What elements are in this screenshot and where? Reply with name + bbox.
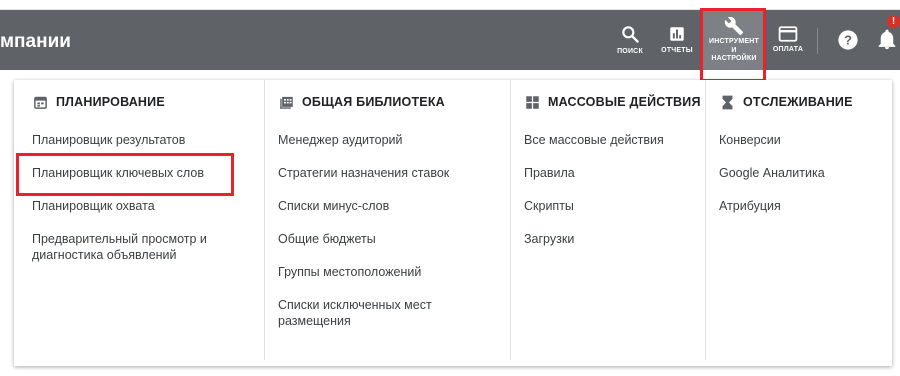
help-button[interactable]: ?	[834, 10, 862, 70]
billing-button[interactable]: ОПЛАТА	[768, 10, 808, 70]
shared-library-heading-text: ОБЩАЯ БИБЛИОТЕКА	[302, 95, 445, 109]
menu-item-reach-planner[interactable]: Планировщик охвата	[32, 198, 242, 214]
column-bulk-actions: МАССОВЫЕ ДЕЙСТВИЯ Все массовые действия …	[524, 80, 714, 366]
bell-icon	[877, 29, 897, 51]
column-divider	[264, 80, 265, 360]
tools-highlight-frame	[700, 8, 766, 82]
reports-button[interactable]: ОТЧЕТЫ	[656, 10, 698, 70]
keyword-planner-highlight-frame	[16, 153, 234, 196]
planning-heading-text: ПЛАНИРОВАНИЕ	[56, 95, 165, 109]
reports-label: ОТЧЕТЫ	[661, 47, 693, 54]
measurement-heading: ОТСЛЕЖИВАНИЕ	[719, 94, 853, 110]
bar-chart-icon	[668, 25, 686, 43]
menu-item-bid-strategies[interactable]: Стратегии назначения ставок	[278, 165, 498, 181]
credit-card-icon	[778, 26, 798, 42]
column-planning: ПЛАНИРОВАНИЕ Планировщик результатов Пла…	[32, 80, 262, 366]
measurement-items: Конверсии Google Аналитика Атрибуция	[719, 132, 879, 231]
menu-item-google-analytics[interactable]: Google Аналитика	[719, 165, 879, 181]
menu-item-attribution[interactable]: Атрибуция	[719, 198, 879, 214]
search-icon	[620, 24, 640, 44]
menu-item-audience-manager[interactable]: Менеджер аудиторий	[278, 132, 498, 148]
bulk-actions-heading-text: МАССОВЫЕ ДЕЙСТВИЯ	[548, 95, 701, 109]
menu-item-placement-exclusion-lists[interactable]: Списки исключенных мест размещения	[278, 297, 458, 329]
menu-item-rules[interactable]: Правила	[524, 165, 704, 181]
column-shared-library: ОБЩАЯ БИБЛИОТЕКА Менеджер аудиторий Стра…	[278, 80, 508, 366]
bulk-actions-heading: МАССОВЫЕ ДЕЙСТВИЯ	[524, 94, 701, 110]
column-measurement: ОТСЛЕЖИВАНИЕ Конверсии Google Аналитика …	[719, 80, 889, 366]
billing-label: ОПЛАТА	[772, 46, 804, 53]
menu-item-all-bulk-actions[interactable]: Все массовые действия	[524, 132, 704, 148]
menu-item-performance-planner[interactable]: Планировщик результатов	[32, 132, 242, 148]
menu-item-scripts[interactable]: Скрипты	[524, 198, 704, 214]
help-circle-icon: ?	[837, 29, 859, 51]
shared-library-heading: ОБЩАЯ БИБЛИОТЕКА	[278, 94, 445, 110]
notification-badge: !	[886, 14, 900, 29]
search-label: ПОИСК	[617, 48, 643, 55]
menu-item-ad-preview-diagnosis[interactable]: Предварительный просмотр и диагностика о…	[32, 231, 232, 263]
tools-dropdown-menu: ПЛАНИРОВАНИЕ Планировщик результатов Пла…	[14, 80, 892, 366]
bulk-actions-items: Все массовые действия Правила Скрипты За…	[524, 132, 704, 264]
column-divider	[510, 80, 511, 360]
measurement-heading-text: ОТСЛЕЖИВАНИЕ	[743, 95, 853, 109]
svg-text:?: ?	[844, 33, 852, 48]
menu-item-conversions[interactable]: Конверсии	[719, 132, 879, 148]
menu-item-shared-budgets[interactable]: Общие бюджеты	[278, 231, 498, 247]
column-divider	[705, 80, 706, 360]
library-icon	[278, 94, 294, 110]
planning-heading: ПЛАНИРОВАНИЕ	[32, 94, 165, 110]
shared-library-items: Менеджер аудиторий Стратегии назначения …	[278, 132, 498, 346]
menu-item-uploads[interactable]: Загрузки	[524, 231, 704, 247]
calendar-icon	[32, 94, 48, 110]
page-title: мпании	[0, 31, 71, 52]
menu-item-negative-keyword-lists[interactable]: Списки минус-слов	[278, 198, 498, 214]
header-divider	[817, 28, 818, 54]
bulk-actions-icon	[524, 94, 540, 110]
search-button[interactable]: ПОИСК	[612, 10, 648, 70]
hourglass-icon	[719, 94, 735, 110]
menu-item-location-groups[interactable]: Группы местоположений	[278, 264, 498, 280]
